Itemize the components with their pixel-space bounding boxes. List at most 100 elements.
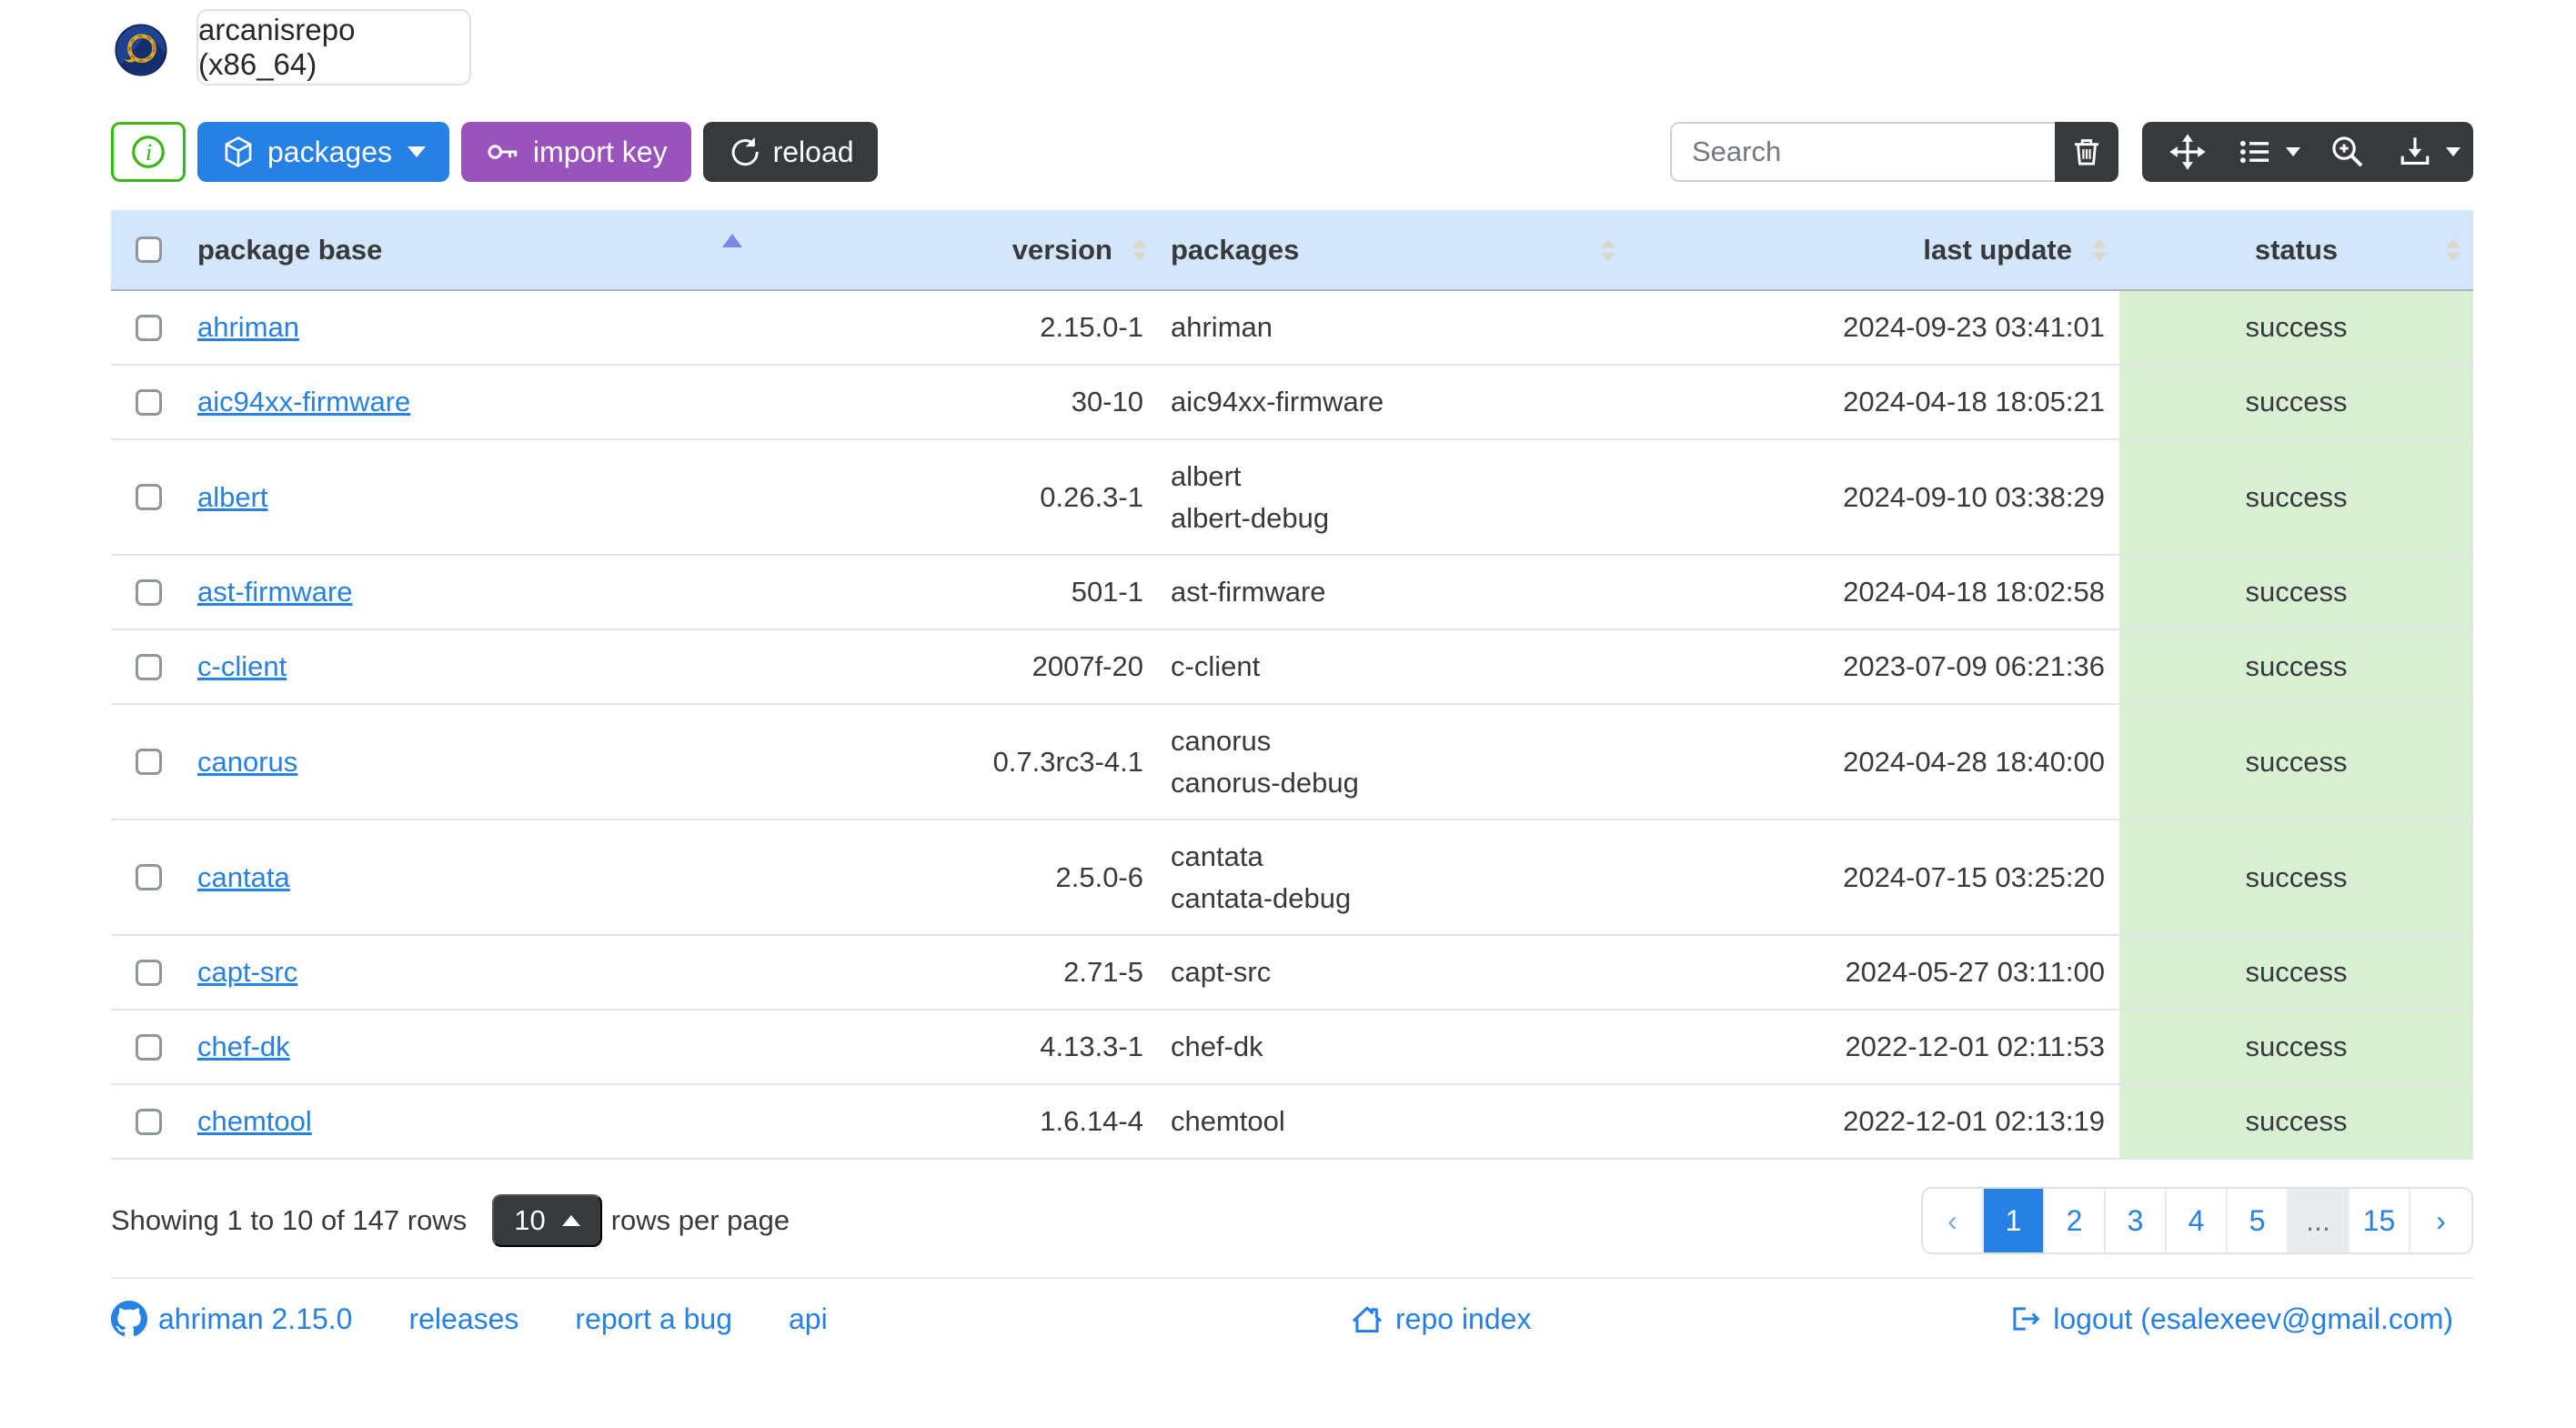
table-row[interactable]: canorus 0.7.3rc3-4.1 canorus canorus-debu…: [111, 705, 2473, 820]
packages-dropdown-button[interactable]: packages: [197, 122, 449, 182]
last-update-cell: 2024-04-28 18:40:00: [1843, 745, 2105, 778]
column-header-package-base[interactable]: package base: [186, 210, 755, 289]
columns-dropdown-button[interactable]: [2228, 122, 2308, 182]
column-header-packages[interactable]: packages: [1160, 210, 1628, 289]
last-update-cell: 2024-09-10 03:38:29: [1843, 480, 2105, 513]
row-checkbox[interactable]: [136, 864, 162, 890]
version-cell: 30-10: [1071, 386, 1143, 417]
column-header-last-update[interactable]: last update: [1628, 210, 2119, 289]
table-row[interactable]: chef-dk 4.13.3-1 chef-dk 2022-12-01 02:1…: [111, 1011, 2473, 1085]
repo-index-link[interactable]: repo index: [1350, 1302, 1531, 1336]
last-update-cell: 2024-05-27 03:11:00: [1845, 956, 2105, 988]
page-button-1[interactable]: 1: [1984, 1189, 2045, 1252]
status-badge: success: [2245, 576, 2348, 608]
page-button-next[interactable]: ›: [2410, 1189, 2471, 1252]
package-base-link[interactable]: ahriman: [197, 311, 299, 344]
table-row[interactable]: capt-src 2.71-5 capt-src 2024-05-27 03:1…: [111, 936, 2473, 1011]
status-badge: success: [2245, 311, 2348, 343]
row-checkbox[interactable]: [136, 1108, 162, 1135]
row-checkbox[interactable]: [136, 959, 162, 986]
package-base-link[interactable]: ast-firmware: [197, 576, 353, 608]
row-checkbox[interactable]: [136, 653, 162, 680]
footer-divider: [111, 1277, 2473, 1279]
packages-cell: canorus canorus-debug: [1171, 724, 1359, 799]
row-checkbox[interactable]: [136, 314, 162, 341]
package-base-link[interactable]: chef-dk: [197, 1031, 290, 1063]
reload-button[interactable]: reload: [702, 122, 878, 182]
packages-cell: chemtool: [1171, 1105, 1285, 1137]
package-base-link[interactable]: capt-src: [197, 956, 297, 989]
row-checkbox[interactable]: [136, 484, 162, 510]
status-badge: success: [2245, 1031, 2348, 1062]
page-size-dropdown[interactable]: 10: [492, 1194, 602, 1247]
version-cell: 0.7.3rc3-4.1: [992, 745, 1143, 778]
page-button-prev[interactable]: ‹: [1923, 1189, 1984, 1252]
table-row[interactable]: ahriman 2.15.0-1 ahriman 2024-09-23 03:4…: [111, 291, 2473, 366]
package-base-link[interactable]: chemtool: [197, 1105, 312, 1138]
info-button[interactable]: i: [111, 122, 186, 182]
releases-link[interactable]: releases: [408, 1302, 518, 1336]
logout-icon: [2013, 1307, 2040, 1331]
table-row[interactable]: albert 0.26.3-1 albert albert-debug 2024-…: [111, 440, 2473, 556]
page-button-4[interactable]: 4: [2167, 1189, 2228, 1252]
info-circle-icon: i: [132, 136, 165, 168]
chevron-up-icon: [561, 1215, 580, 1226]
packages-cell: capt-src: [1171, 956, 1272, 988]
clear-search-button[interactable]: [2055, 122, 2118, 182]
packages-table: package base version packages last updat…: [111, 210, 2473, 1160]
sort-ascending-icon: [722, 234, 742, 247]
row-checkbox[interactable]: [136, 388, 162, 416]
status-cell: success: [2119, 440, 2473, 554]
import-key-button[interactable]: import key: [460, 122, 691, 182]
export-dropdown-button[interactable]: [2388, 122, 2468, 182]
last-update-cell: 2024-04-18 18:02:58: [1843, 576, 2105, 608]
api-link[interactable]: api: [789, 1302, 828, 1336]
version-cell: 0.26.3-1: [1040, 480, 1143, 513]
packages-cell: chef-dk: [1171, 1031, 1263, 1062]
table-row[interactable]: ast-firmware 501-1 ast-firmware 2024-04-…: [111, 556, 2473, 630]
report-bug-link[interactable]: report a bug: [575, 1302, 732, 1336]
table-row[interactable]: chemtool 1.6.14-4 chemtool 2022-12-01 02…: [111, 1085, 2473, 1160]
sort-icon: [1601, 238, 1615, 261]
github-version-link[interactable]: ahriman 2.15.0: [111, 1301, 352, 1337]
table-row[interactable]: aic94xx-firmware 30-10 aic94xx-firmware …: [111, 366, 2473, 440]
detail-view-button[interactable]: [2308, 122, 2388, 182]
status-badge: success: [2245, 386, 2348, 417]
column-header-version[interactable]: version: [755, 210, 1160, 289]
repository-tab[interactable]: arcanisrepo (x86_64): [196, 9, 471, 85]
search-input[interactable]: [1670, 122, 2055, 182]
table-row[interactable]: cantata 2.5.0-6 cantata cantata-debug 202…: [111, 820, 2473, 936]
page-button-5[interactable]: 5: [2228, 1189, 2289, 1252]
package-base-link[interactable]: aic94xx-firmware: [197, 386, 410, 418]
logout-link[interactable]: logout (esalexeev@gmail.com): [2007, 1302, 2453, 1336]
row-checkbox[interactable]: [136, 578, 162, 606]
table-body: ahriman 2.15.0-1 ahriman 2024-09-23 03:4…: [111, 291, 2473, 1160]
table-row[interactable]: c-client 2007f-20 c-client 2023-07-09 06…: [111, 630, 2473, 705]
row-checkbox[interactable]: [136, 749, 162, 775]
status-badge: success: [2245, 650, 2348, 682]
trash-icon: [2074, 139, 2099, 166]
page-button-15[interactable]: 15: [2350, 1189, 2410, 1252]
row-checkbox[interactable]: [136, 1033, 162, 1061]
table-tools-group: [2142, 122, 2473, 182]
status-cell: success: [2119, 936, 2473, 1009]
bottom-links-bar: ahriman 2.15.0 releases report a bug api…: [111, 1295, 2473, 1343]
status-badge: success: [2245, 745, 2348, 778]
status-cell: success: [2119, 1085, 2473, 1158]
chevron-down-icon: [2445, 147, 2460, 156]
select-all-checkbox[interactable]: [136, 236, 162, 263]
packages-cell: ast-firmware: [1171, 576, 1326, 608]
package-base-link[interactable]: canorus: [197, 746, 297, 779]
list-columns-icon: [2239, 140, 2269, 164]
page-button-3[interactable]: 3: [2106, 1189, 2167, 1252]
box-icon: [225, 136, 252, 167]
package-base-link[interactable]: cantata: [197, 861, 290, 894]
fullscreen-button[interactable]: [2148, 122, 2228, 182]
column-header-status[interactable]: status: [2119, 210, 2473, 289]
search-group: [1670, 122, 2118, 182]
last-update-cell: 2022-12-01 02:11:53: [1845, 1031, 2105, 1062]
page-button-2[interactable]: 2: [2045, 1189, 2106, 1252]
packages-cell: aic94xx-firmware: [1171, 386, 1384, 417]
package-base-link[interactable]: c-client: [197, 650, 287, 683]
package-base-link[interactable]: albert: [197, 481, 268, 514]
